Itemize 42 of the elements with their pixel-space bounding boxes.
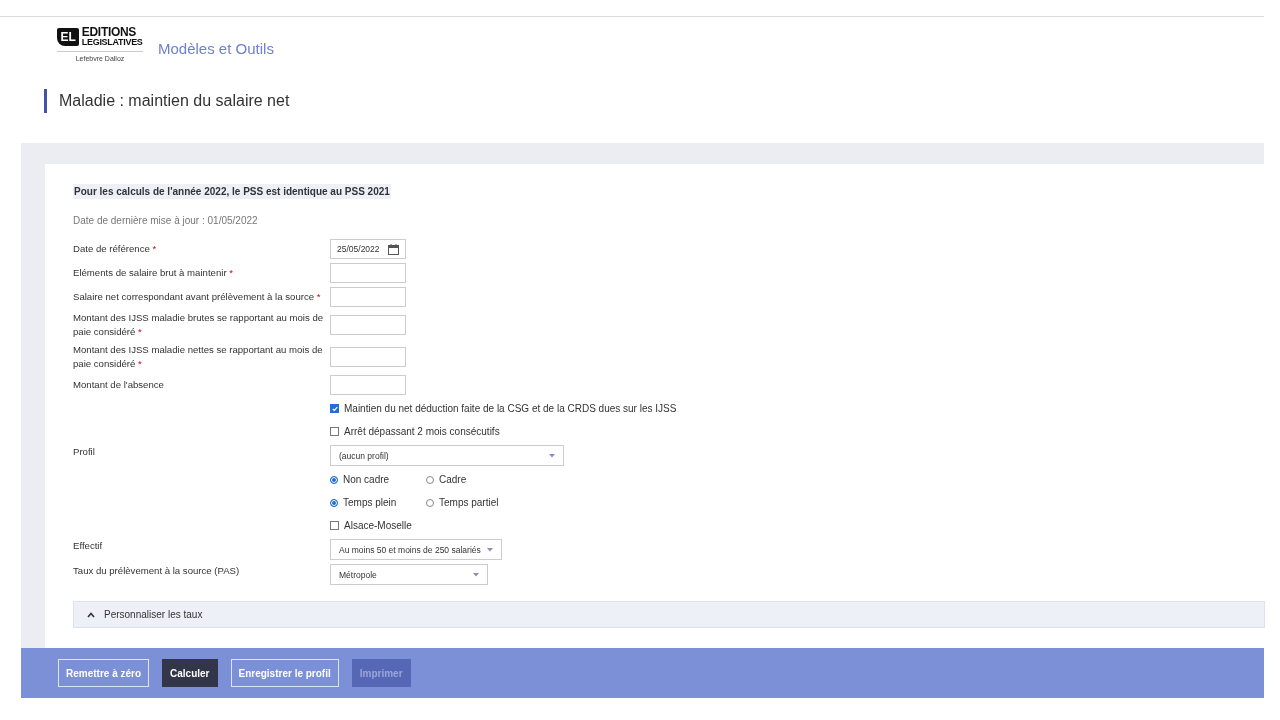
checkbox-option[interactable]: Alsace-Moselle xyxy=(330,520,412,531)
input-field[interactable] xyxy=(330,375,406,395)
app-title[interactable]: Modèles et Outils xyxy=(158,40,274,57)
field-label: Date de référence * xyxy=(73,242,158,256)
input-field[interactable] xyxy=(330,287,406,307)
dropdown[interactable]: (aucun profil) xyxy=(330,445,564,466)
field-label: Eléments de salaire brut à maintenir * xyxy=(73,266,234,280)
field-label: Salaire net correspondant avant prélèvement à la source * xyxy=(73,290,322,304)
notice-text: Pour les calculs de l'année 2022, le PSS est identique au PSS 2021 xyxy=(73,184,391,199)
radio-button[interactable] xyxy=(330,498,338,507)
caret-icon xyxy=(486,547,493,552)
checkbox[interactable] xyxy=(330,404,339,413)
field-label: Profil xyxy=(73,445,96,459)
caret-icon xyxy=(473,572,479,577)
page-title: Maladie : maintien du salaire net xyxy=(44,89,1280,113)
logo-text: EDITIONS xyxy=(81,26,138,38)
date-field[interactable]: 25/05/2022 xyxy=(330,239,406,259)
radio-option[interactable]: Non cadre xyxy=(330,474,426,485)
calendar-icon[interactable] xyxy=(388,243,399,255)
radio-option[interactable]: Temps plein xyxy=(330,497,426,508)
field-label: Montant des IJSS maladie brutes se rapportant au mois de paie considéré * xyxy=(73,311,325,339)
accordion-header[interactable]: Personnaliser les taux xyxy=(73,601,1265,628)
radio-option[interactable]: Cadre xyxy=(426,474,522,485)
dropdown[interactable]: Métropole xyxy=(330,564,488,585)
input-field[interactable] xyxy=(330,263,406,283)
input-field[interactable] xyxy=(330,347,406,367)
field-label: Effectif xyxy=(73,539,104,553)
update-date-text: Date de dernière mise à jour : 01/05/2022 xyxy=(73,215,258,226)
checkbox[interactable] xyxy=(330,521,339,530)
checkbox-option[interactable]: Maintien du net déduction faite de la CSG et de la CRDS dues sur les IJSS xyxy=(330,403,677,414)
action-button[interactable]: Calculer xyxy=(162,659,218,687)
input-field[interactable] xyxy=(330,315,406,335)
dropdown[interactable]: Au moins 50 et moins de 250 salariés xyxy=(330,539,502,560)
checkbox[interactable] xyxy=(330,427,339,436)
radio-option[interactable]: Temps partiel xyxy=(426,497,522,508)
field-label: Taux du prélèvement à la source (PAS) xyxy=(73,564,241,578)
logo-mark: EL xyxy=(57,27,79,46)
logo-text: LEGISLATIVES xyxy=(81,38,143,47)
field-label: Montant des IJSS maladie nettes se rapportant au mois de paie considéré * xyxy=(73,343,324,371)
checkbox-option[interactable]: Arrêt dépassant 2 mois consécutifs xyxy=(330,426,500,437)
caret-icon xyxy=(549,453,555,458)
field-label: Montant de l'absence xyxy=(73,378,165,392)
